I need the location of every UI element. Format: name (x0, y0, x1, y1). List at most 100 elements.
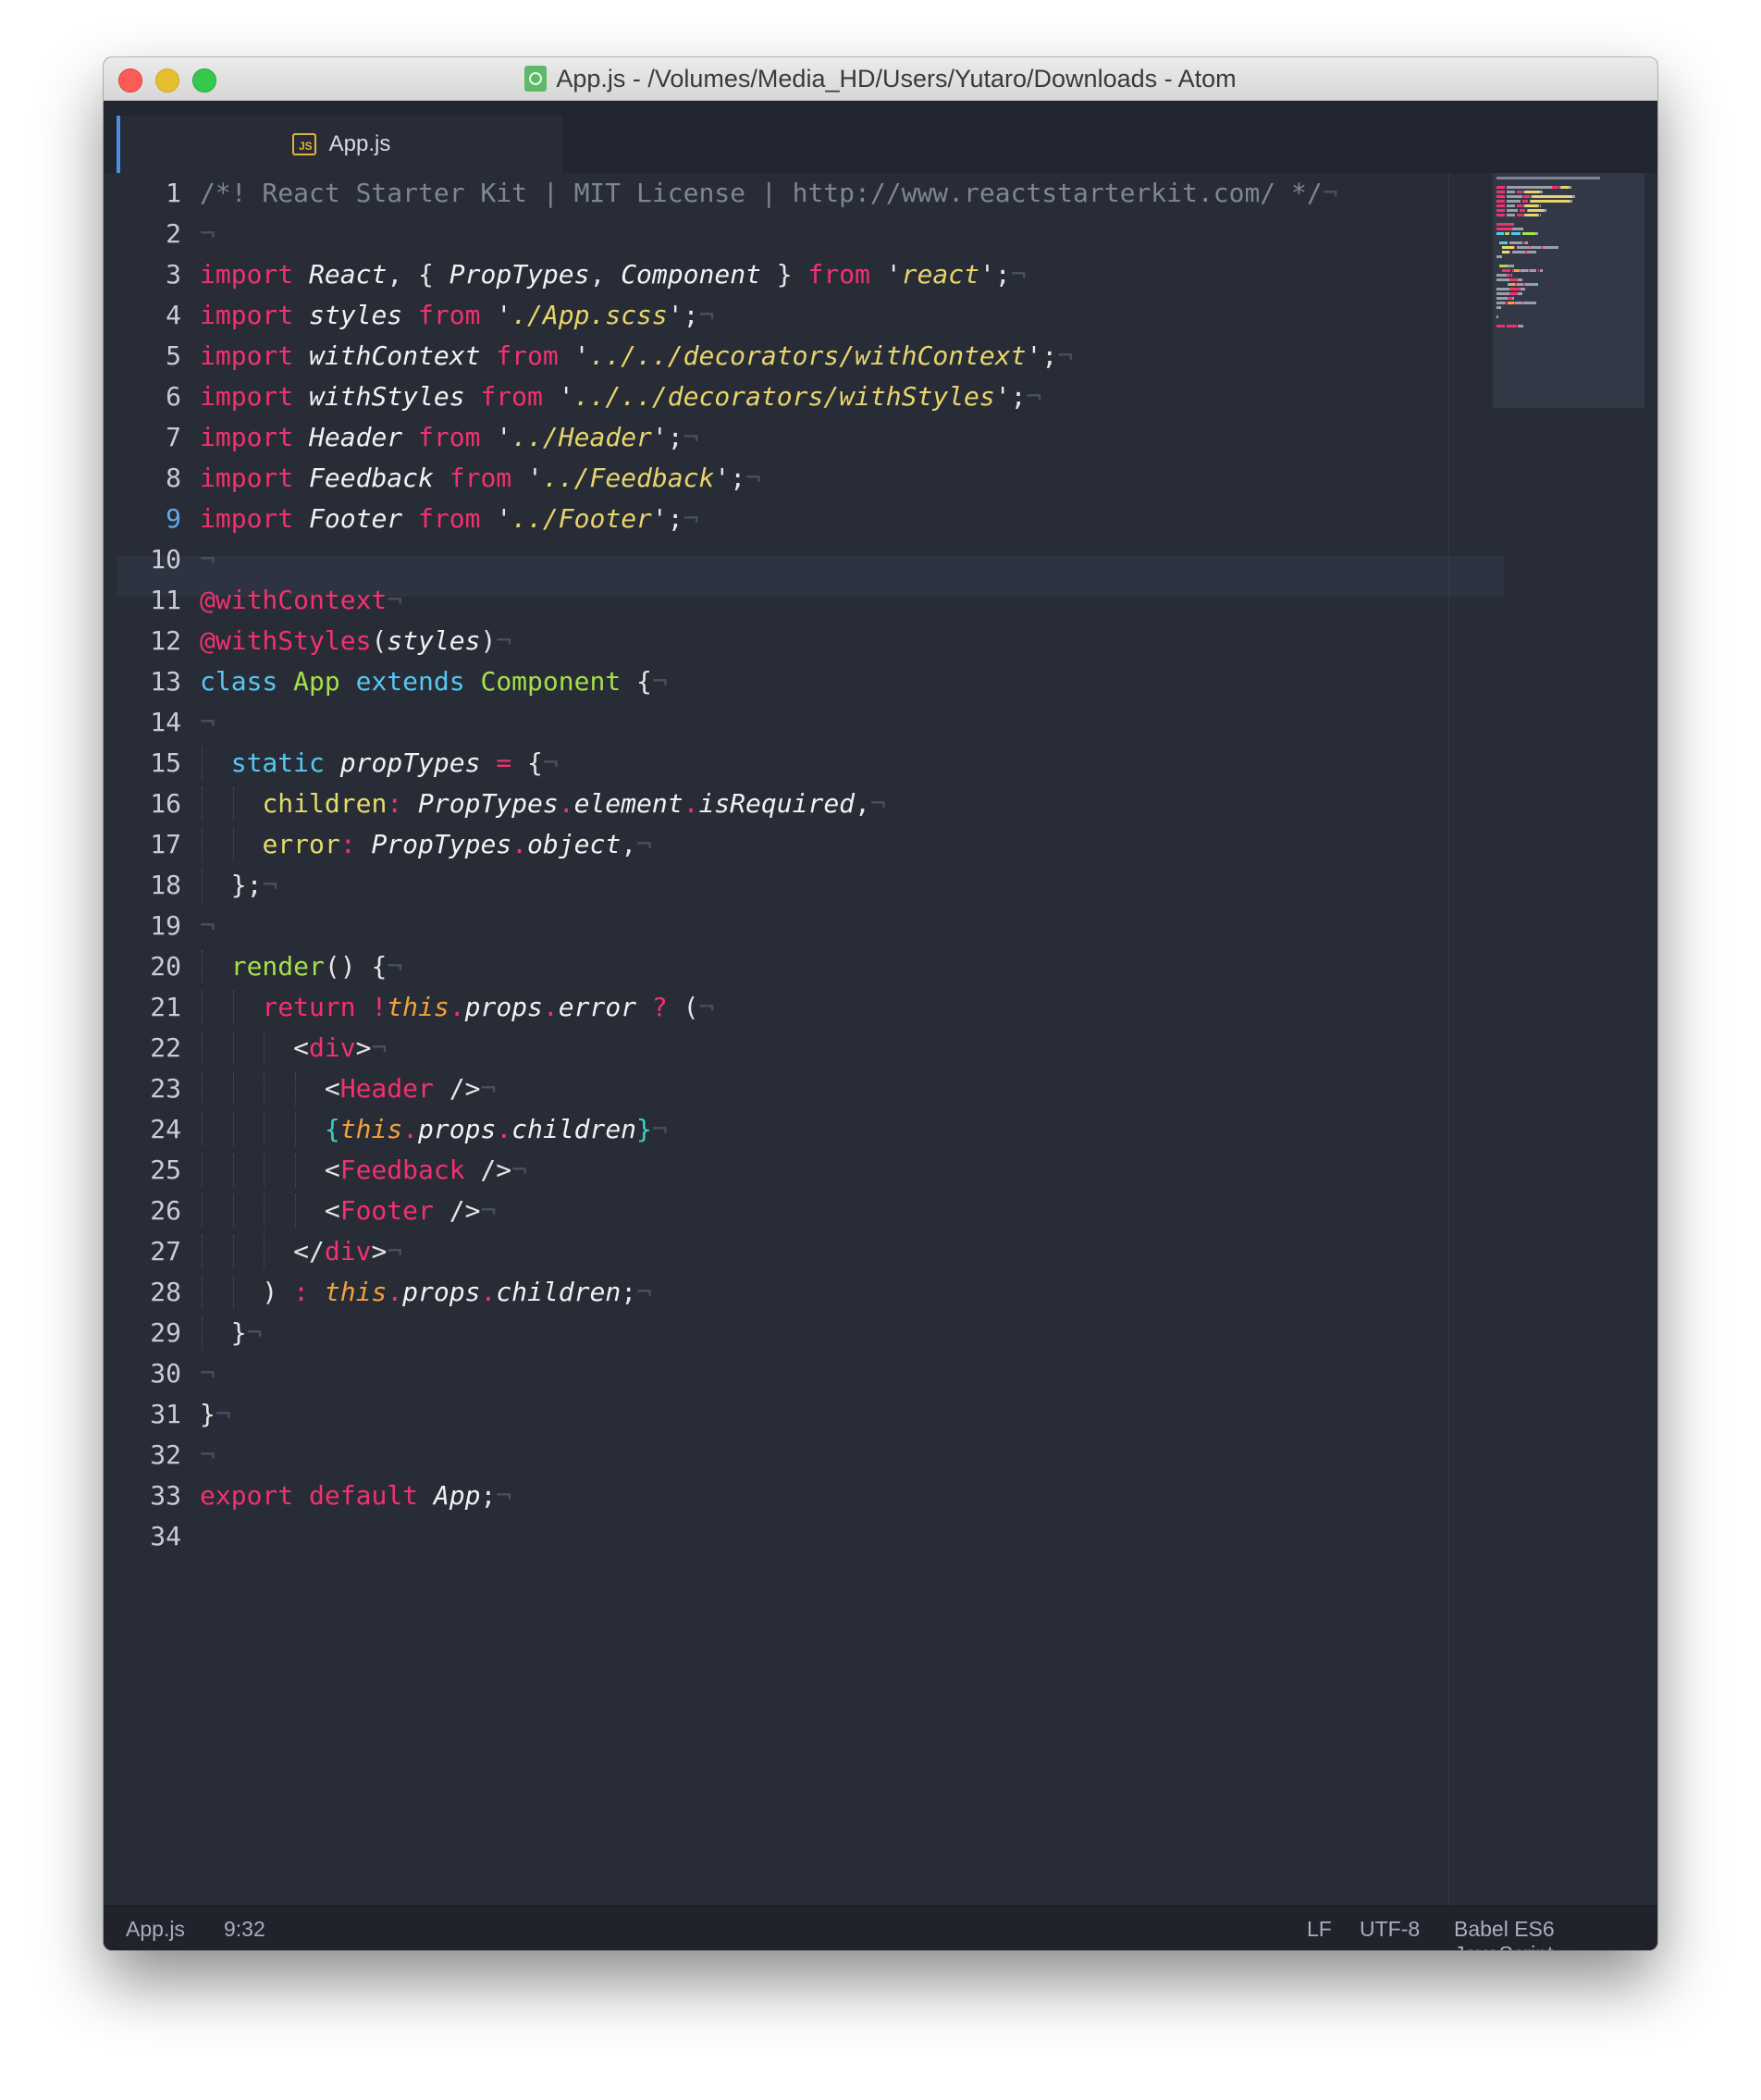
code-line[interactable]: import Header from '../Header';¬ (200, 417, 698, 458)
line-number[interactable]: 3 (117, 254, 181, 295)
minimap-token (1509, 241, 1522, 244)
code-token: from (480, 381, 543, 412)
line-number[interactable]: 19 (117, 906, 181, 946)
line-number[interactable]: 31 (117, 1394, 181, 1435)
code-line[interactable]: ¬ (200, 1353, 216, 1394)
code-line[interactable]: /*! React Starter Kit | MIT License | ht… (200, 173, 1338, 214)
code-line[interactable]: ¬ (200, 539, 216, 580)
line-number[interactable]: 7 (117, 417, 181, 458)
line-number[interactable]: 6 (117, 377, 181, 417)
line-number[interactable]: 34 (117, 1516, 181, 1557)
status-cursor-position[interactable]: 9:32 (224, 1917, 265, 1942)
code-token: propTypes (339, 747, 481, 778)
eol-marker: ¬ (683, 422, 699, 452)
line-number[interactable]: 14 (117, 702, 181, 743)
status-encoding[interactable]: UTF-8 (1360, 1917, 1420, 1942)
line-number[interactable]: 29 (117, 1313, 181, 1353)
line-number[interactable]: 12 (117, 621, 181, 661)
line-number[interactable]: 1 (117, 173, 181, 214)
code-line[interactable]: return !this.props.error ? (¬ (200, 987, 714, 1028)
line-number[interactable]: 2 (117, 214, 181, 254)
code-token: ; (994, 259, 1011, 290)
code-token: import (200, 381, 294, 412)
code-token: ' (496, 422, 512, 452)
line-number[interactable]: 9 (117, 499, 181, 539)
code-line[interactable]: static propTypes = {¬ (200, 743, 559, 784)
code-line[interactable]: class App extends Component {¬ (200, 661, 668, 702)
line-number[interactable]: 32 (117, 1435, 181, 1476)
code-line[interactable]: import Feedback from '../Feedback';¬ (200, 458, 761, 499)
code-line[interactable]: import Footer from '../Footer';¬ (200, 499, 698, 539)
line-number[interactable]: 11 (117, 580, 181, 621)
code-line[interactable]: <Header />¬ (200, 1069, 496, 1109)
code-token: react (901, 259, 979, 290)
code-line[interactable]: <Footer />¬ (200, 1191, 496, 1231)
eol-marker: ¬ (1026, 381, 1042, 412)
title-bar[interactable]: App.js - /Volumes/Media_HD/Users/Yutaro/… (104, 57, 1657, 101)
line-number[interactable]: 30 (117, 1353, 181, 1394)
line-number[interactable]: 23 (117, 1069, 181, 1109)
code-token: { (511, 747, 543, 778)
line-number[interactable]: 5 (117, 336, 181, 377)
minimap-token (1496, 288, 1509, 290)
code-line[interactable]: export default App;¬ (200, 1476, 511, 1516)
line-number[interactable]: 18 (117, 865, 181, 906)
code-line[interactable]: }¬ (200, 1394, 231, 1435)
code-line[interactable]: import withContext from '../../decorator… (200, 336, 1073, 377)
line-number[interactable]: 24 (117, 1109, 181, 1150)
code-line[interactable]: {this.props.children}¬ (200, 1109, 668, 1150)
code-line[interactable]: ¬ (200, 702, 216, 743)
line-number[interactable]: 33 (117, 1476, 181, 1516)
code-token: . (558, 788, 574, 819)
line-number[interactable]: 22 (117, 1028, 181, 1069)
line-number[interactable]: 27 (117, 1231, 181, 1272)
code-line[interactable]: };¬ (200, 865, 278, 906)
code-line[interactable]: import withStyles from '../../decorators… (200, 377, 1041, 417)
minimap-token (1496, 195, 1506, 198)
line-number[interactable]: 17 (117, 824, 181, 865)
line-number[interactable]: 20 (117, 946, 181, 987)
tab-app-js[interactable]: JS App.js (117, 116, 562, 173)
code-line[interactable]: <Feedback />¬ (200, 1150, 527, 1191)
line-number[interactable]: 26 (117, 1191, 181, 1231)
code-line[interactable]: <div>¬ (200, 1028, 387, 1069)
line-number[interactable]: 10 (117, 539, 181, 580)
line-number[interactable]: 28 (117, 1272, 181, 1313)
code-line[interactable]: import React, { PropTypes, Component } f… (200, 254, 1027, 295)
minimap[interactable] (1493, 173, 1644, 408)
code-line[interactable]: ¬ (200, 214, 216, 254)
eol-marker: ¬ (698, 992, 715, 1022)
eol-marker: ¬ (542, 747, 559, 778)
code-line[interactable]: children: PropTypes.element.isRequired,¬ (200, 784, 885, 824)
code-line[interactable]: import styles from './App.scss';¬ (200, 295, 714, 336)
code-line[interactable]: ¬ (200, 1435, 216, 1476)
code-token: from (496, 340, 559, 371)
status-file-name[interactable]: App.js (126, 1917, 185, 1942)
line-number[interactable]: 8 (117, 458, 181, 499)
code-line[interactable]: ¬ (200, 906, 216, 946)
code-editor[interactable]: 1 2 3 4 5 6 7 8 9 10 11 12 13 14 15 16 17 18 19 20 21 22 23 24 2… (117, 173, 1644, 1906)
minimap-token (1531, 246, 1542, 249)
eol-marker: ¬ (480, 1073, 497, 1104)
line-number[interactable]: 15 (117, 743, 181, 784)
code-line[interactable]: }¬ (200, 1313, 263, 1353)
minimap-token (1502, 251, 1509, 253)
minimap-token (1510, 274, 1513, 277)
wrap-guide (1448, 173, 1449, 1906)
line-number[interactable]: 16 (117, 784, 181, 824)
code-token: ' (496, 503, 512, 534)
code-line[interactable]: @withStyles(styles)¬ (200, 621, 511, 661)
status-grammar[interactable]: Babel ES6 JavaScript (1454, 1917, 1657, 1950)
code-line[interactable]: ) : this.props.children;¬ (200, 1272, 651, 1313)
code-line[interactable]: @withContext¬ (200, 580, 402, 621)
line-number[interactable]: 4 (117, 295, 181, 336)
line-number[interactable]: 25 (117, 1150, 181, 1191)
code-line[interactable]: render() {¬ (200, 946, 402, 987)
minimap-token (1521, 288, 1525, 290)
status-line-ending[interactable]: LF (1307, 1917, 1332, 1942)
minimap-token (1506, 200, 1521, 203)
code-line[interactable]: </div>¬ (200, 1231, 402, 1272)
line-number[interactable]: 13 (117, 661, 181, 702)
line-number[interactable]: 21 (117, 987, 181, 1028)
code-line[interactable]: error: PropTypes.object,¬ (200, 824, 651, 865)
